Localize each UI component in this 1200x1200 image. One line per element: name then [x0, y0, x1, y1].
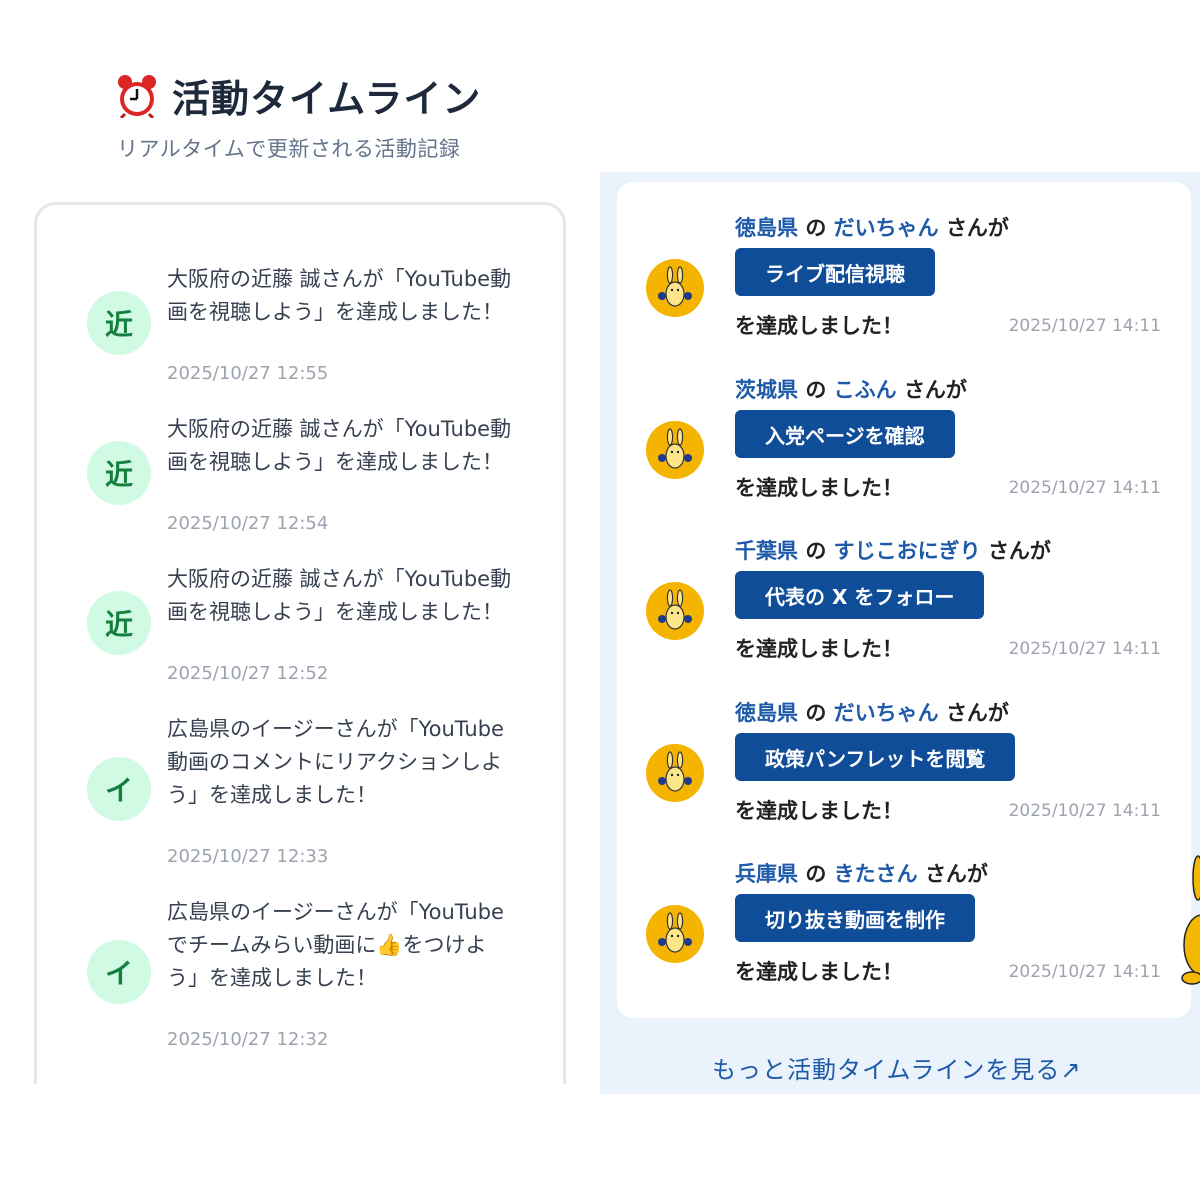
mission-feed-line: 徳島県 の だいちゃん さんが: [735, 212, 1009, 242]
connector-ga: さんが: [924, 862, 988, 886]
feed-item-text: 大阪府の近藤 誠さんが「YouTube動画を視聴しよう」を達成しました！: [167, 417, 512, 474]
feed-item-text: 大阪府の近藤 誠さんが「YouTube動画を視聴しよう」を達成しました！: [167, 567, 512, 624]
prefecture-label: 徳島県: [735, 701, 798, 725]
feed-item-time: 2025/10/27 12:52: [167, 663, 329, 684]
feed-item-text: 広島県のイージーさんが「YouTube動画のコメントにリアクションしよう」を達成…: [167, 717, 504, 807]
mission-feed-item: 徳島県 の だいちゃん さんが ライブ配信視聴 を達成しました！ 2025/10…: [617, 212, 1191, 362]
mission-badge[interactable]: ライブ配信視聴: [735, 248, 935, 296]
feed-item-time: 2025/10/27 12:55: [167, 363, 329, 384]
connector-ga: さんが: [903, 378, 967, 402]
mission-feed-item: 兵庫県 の きたさん さんが 切り抜き動画を制作 を達成しました！ 2025/1…: [617, 858, 1191, 1008]
page-header: 活動タイムライン: [116, 68, 481, 123]
connector-ga: さんが: [945, 701, 1009, 725]
more-timeline-link[interactable]: もっと活動タイムラインを見る↗: [712, 1050, 1081, 1085]
mission-badge[interactable]: 切り抜き動画を制作: [735, 894, 975, 942]
mission-feed-item: 千葉県 の すじこおにぎり さんが 代表の X をフォロー を達成しました！ 2…: [617, 535, 1191, 685]
feed-item-text: 大阪府の近藤 誠さんが「YouTube動画を視聴しよう」を達成しました！: [167, 267, 512, 324]
avatar: イ: [87, 757, 151, 821]
mission-feed-item: 徳島県 の だいちゃん さんが 政策パンフレットを閲覧 を達成しました！ 202…: [617, 697, 1191, 847]
prefecture-label: 千葉県: [735, 539, 798, 563]
mission-feed-line: 茨城県 の こふん さんが: [735, 374, 967, 404]
feed-item-text: 広島県のイージーさんが「YouTubeでチームみらい動画に👍をつけよう」を達成し…: [167, 900, 504, 990]
prefecture-label: 徳島県: [735, 216, 798, 240]
avatar: 近: [87, 291, 151, 355]
mascot-rabbit-icon: [646, 421, 704, 479]
mission-badge[interactable]: 政策パンフレットを閲覧: [735, 733, 1016, 781]
connector-no: の: [805, 216, 827, 240]
mission-feed-time: 2025/10/27 14:11: [1008, 962, 1161, 982]
feed-item-time: 2025/10/27 12:54: [167, 513, 329, 534]
achieved-text: を達成しました！: [735, 637, 903, 661]
avatar: イ: [87, 940, 151, 1004]
mission-badge[interactable]: 代表の X をフォロー: [735, 571, 985, 619]
achieved-text: を達成しました！: [735, 960, 903, 984]
prefecture-label: 兵庫県: [735, 862, 798, 886]
user-name-link[interactable]: だいちゃん: [834, 216, 939, 240]
connector-no: の: [805, 701, 827, 725]
connector-ga: さんが: [945, 216, 1009, 240]
avatar: 近: [87, 591, 151, 655]
mission-badge[interactable]: 入党ページを確認: [735, 410, 955, 458]
mission-feed-line: 千葉県 の すじこおにぎり さんが: [735, 535, 1051, 565]
avatar: 近: [87, 441, 151, 505]
prefecture-label: 茨城県: [735, 378, 798, 402]
user-name-link[interactable]: すじこおにぎり: [834, 539, 981, 563]
achieved-text: を達成しました！: [735, 314, 903, 338]
alarm-clock-icon: [118, 74, 156, 118]
mission-feed-time: 2025/10/27 14:11: [1008, 639, 1161, 659]
connector-ga: さんが: [987, 539, 1051, 563]
page-title: 活動タイムライン: [172, 77, 482, 121]
feed-item-time: 2025/10/27 12:33: [167, 846, 329, 867]
mission-feed-line: 兵庫県 の きたさん さんが: [735, 858, 988, 888]
mission-feed-time: 2025/10/27 14:11: [1008, 801, 1161, 821]
user-name-link[interactable]: こふん: [834, 378, 897, 402]
user-name-link[interactable]: だいちゃん: [834, 701, 939, 725]
connector-no: の: [805, 539, 827, 563]
achieved-text: を達成しました！: [735, 476, 903, 500]
mission-feed-time: 2025/10/27 14:11: [1008, 478, 1161, 498]
mission-feed-time: 2025/10/27 14:11: [1008, 316, 1161, 336]
page-subtitle: リアルタイムで更新される活動記録: [117, 137, 461, 161]
feed-item-time: 2025/10/27 12:32: [167, 1029, 329, 1050]
mascot-rabbit-icon: [646, 905, 704, 963]
mission-feed-item: 茨城県 の こふん さんが 入党ページを確認 を達成しました！ 2025/10/…: [617, 374, 1191, 524]
mascot-rabbit-icon: [1181, 855, 1200, 985]
mascot-rabbit-icon: [646, 582, 704, 640]
connector-no: の: [805, 862, 827, 886]
mascot-rabbit-icon: [646, 259, 704, 317]
mascot-rabbit-icon: [646, 744, 704, 802]
mission-feed-line: 徳島県 の だいちゃん さんが: [735, 697, 1009, 727]
connector-no: の: [805, 378, 827, 402]
activity-feed-card: 近 大阪府の近藤 誠さんが「YouTube動画を視聴しよう」を達成しました！ 2…: [34, 202, 566, 1084]
achieved-text: を達成しました！: [735, 799, 903, 823]
user-name-link[interactable]: きたさん: [834, 862, 918, 886]
